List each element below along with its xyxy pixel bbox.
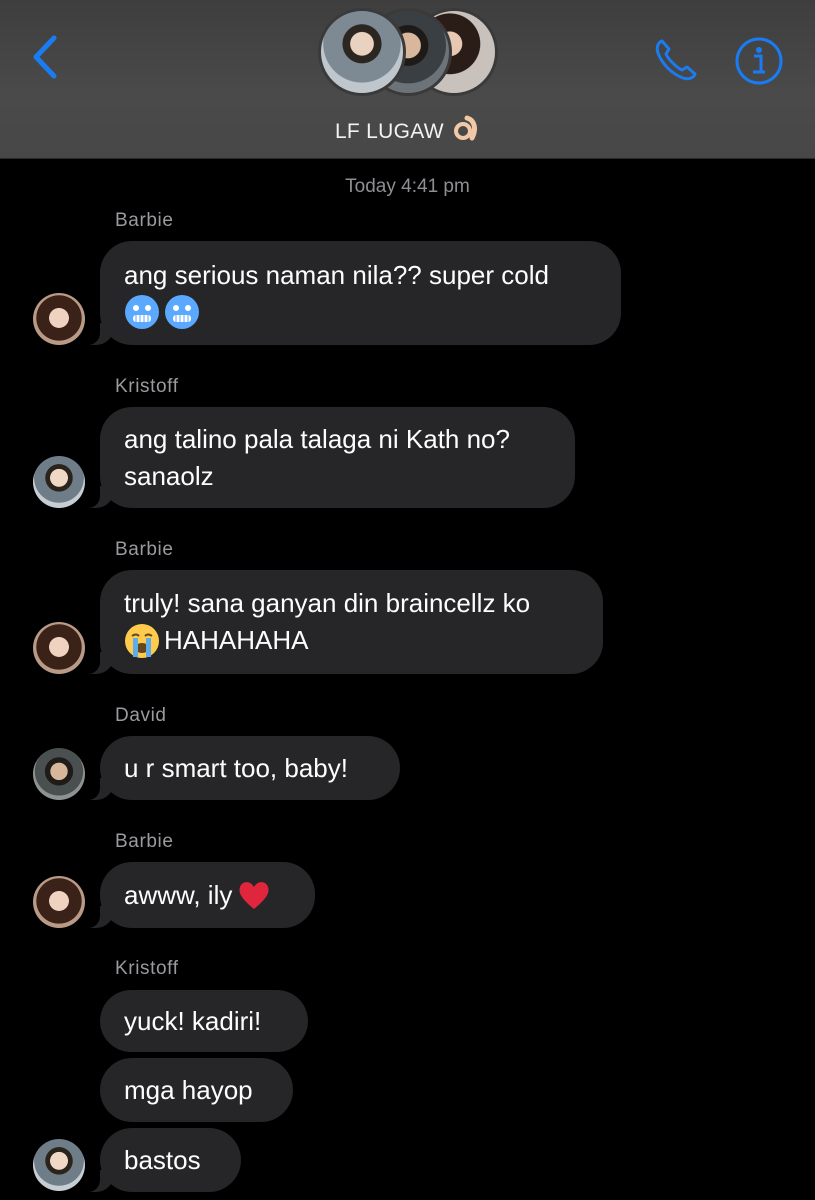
message-bubble[interactable]: ang talino pala talaga ni Kath no? sanao… bbox=[78, 407, 575, 508]
sender-name: Kristoff bbox=[115, 958, 179, 979]
message-bubble[interactable]: bastos bbox=[78, 1128, 241, 1192]
sender-name: David bbox=[115, 705, 167, 726]
sender-name: Kristoff bbox=[115, 376, 179, 397]
message-bubble[interactable]: truly! sana ganyan din braincellz ko HAH… bbox=[78, 570, 603, 674]
chat-screen: LF LUGAW Today 4:41 pm Barbie ang seriou… bbox=[0, 0, 815, 1200]
call-button[interactable] bbox=[650, 34, 702, 86]
message-bubble[interactable]: ang serious naman nila?? super cold bbox=[78, 241, 621, 345]
avatar bbox=[318, 8, 406, 96]
message-bubble[interactable]: u r smart too, baby! bbox=[78, 736, 400, 800]
avatar[interactable] bbox=[33, 622, 85, 674]
chat-header: LF LUGAW bbox=[0, 0, 815, 159]
ok-hand-emoji bbox=[450, 115, 480, 143]
chevron-left-icon bbox=[33, 35, 57, 79]
avatar[interactable] bbox=[33, 748, 85, 800]
phone-icon bbox=[655, 39, 697, 81]
info-button[interactable] bbox=[733, 35, 785, 87]
message-bubble[interactable]: awww, ily bbox=[78, 862, 315, 928]
avatar[interactable] bbox=[33, 456, 85, 508]
back-button[interactable] bbox=[26, 32, 66, 82]
avatar[interactable] bbox=[33, 1139, 85, 1191]
avatar[interactable] bbox=[33, 876, 85, 928]
cold-face-emoji bbox=[165, 294, 199, 329]
cold-face-emoji bbox=[125, 294, 159, 329]
avatar[interactable] bbox=[33, 293, 85, 345]
red-heart-emoji bbox=[239, 882, 269, 909]
sender-name: Barbie bbox=[115, 831, 174, 852]
loudly-crying-face-emoji bbox=[125, 623, 159, 658]
conversation-title[interactable]: LF LUGAW bbox=[0, 114, 815, 144]
sender-name: Barbie bbox=[115, 539, 174, 560]
info-icon bbox=[735, 37, 783, 85]
group-avatar-stack[interactable] bbox=[318, 8, 498, 100]
message-timestamp: Today 4:41 pm bbox=[345, 176, 470, 197]
sender-name: Barbie bbox=[115, 210, 174, 231]
message-bubble[interactable]: yuck! kadiri! bbox=[100, 990, 308, 1052]
message-bubble[interactable]: mga hayop bbox=[100, 1058, 293, 1122]
